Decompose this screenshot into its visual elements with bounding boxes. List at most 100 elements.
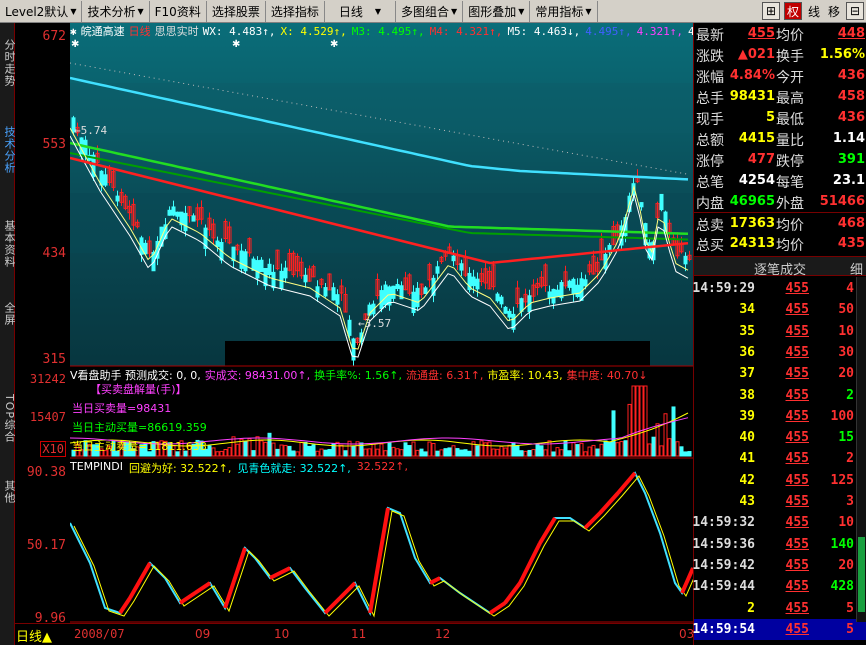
tick-volume: 30 — [838, 344, 854, 360]
osc-tick: 50.17 — [26, 538, 66, 553]
quote-label: 最高 — [776, 91, 804, 107]
toolbar-layout-menu[interactable]: Level2默认 ▼ — [0, 0, 83, 22]
tick-volume: 10 — [838, 515, 854, 531]
toolbar-technical-analysis[interactable]: 技术分析 ▼ — [82, 0, 150, 22]
tick-price: 455 — [785, 451, 809, 467]
tick-price: 455 — [785, 515, 809, 531]
tick-time: 14:59:29 — [692, 281, 755, 296]
toolbar-select-indicator[interactable]: 选择指标 — [266, 0, 325, 22]
tab-intraday[interactable]: 分时走势 — [0, 29, 16, 97]
rights-button[interactable]: 权 — [783, 2, 802, 20]
move-button[interactable]: 移 — [824, 3, 844, 20]
volume-stats: 【买卖盘解量(手)】 当日买卖量=98431 当日主动买量=86619.359 当日主… — [72, 380, 207, 456]
indicator-value: 4.321↑, — [636, 24, 684, 38]
quote-row: 总笔 4254 每笔 23.1 — [694, 170, 866, 191]
indicator-value: WX: 4.483↑, — [202, 24, 276, 38]
tab-fundamentals[interactable]: 基本资料 — [0, 209, 16, 279]
quote-value: 455 — [747, 26, 775, 41]
candle-body — [571, 278, 576, 295]
volume-bar — [679, 446, 684, 457]
tick-row: 38 455 2 — [694, 385, 866, 406]
tab-technical[interactable]: 技术分析 — [0, 115, 16, 185]
volume-bar — [311, 444, 316, 457]
tick-row: 41 455 2 — [694, 448, 866, 469]
ticks-scrollbar[interactable] — [856, 277, 866, 622]
collapse-icon[interactable]: ⊟ — [846, 2, 864, 20]
chart-area[interactable]: ✱ 皖通高速 日线 思思实时 WX: 4.483↑, X: 4.529↑, M3: … — [69, 23, 698, 623]
candle-body — [115, 195, 120, 202]
volume-bar — [299, 441, 304, 457]
quote-value: 436 — [837, 110, 865, 125]
candle-body — [459, 263, 464, 271]
tick-price: 455 — [785, 302, 809, 318]
candle-body — [639, 202, 644, 208]
indicator-name: 思思实时 — [154, 25, 199, 38]
quote-label: 均价 — [776, 28, 804, 44]
volume-bar — [443, 448, 448, 457]
quote-label: 现手 — [696, 112, 724, 128]
volume-bar — [519, 450, 524, 457]
toolbar-common-indicators[interactable]: 常用指标 ▼ — [530, 0, 598, 22]
toolbar-multi-chart[interactable]: 多图组合 ▼ — [396, 0, 464, 22]
tab-fullscreen[interactable]: 全屏 — [0, 299, 16, 329]
quote-value: 23.1 — [832, 173, 865, 188]
volume-bar — [235, 443, 240, 457]
candle-body — [271, 271, 276, 289]
volume-bar — [411, 441, 416, 457]
tick-volume: 100 — [830, 408, 854, 424]
left-axis: 672 553 434 315 31242 15407 X10 90.38 50… — [15, 23, 70, 626]
candle-body — [451, 255, 456, 262]
toolbar-period[interactable]: 日线 ▼ — [325, 0, 397, 22]
star-marker-icon: ✱ — [232, 39, 241, 50]
tick-row: 2 455 5 — [694, 598, 866, 619]
candle-body — [283, 267, 288, 279]
volume-bar — [323, 449, 328, 457]
candle-body — [551, 288, 556, 304]
volume-bar — [683, 451, 688, 457]
quote-label: 均价 — [776, 218, 804, 234]
period-selector[interactable]: 日线▲ — [16, 626, 52, 645]
tick-time: 14:59:32 — [692, 515, 755, 531]
volume-stat: 换手率%: 1.56↑, — [314, 369, 402, 381]
toolbar-f10[interactable]: F10资料 — [150, 0, 207, 22]
line-button[interactable]: 线 — [804, 3, 824, 20]
detail-button[interactable]: 细 — [850, 259, 863, 278]
tab-top[interactable]: TOP综合 — [0, 389, 16, 449]
quote-label: 跌停 — [776, 154, 804, 170]
quote-row: 涨幅 4.84% 今开 436 — [694, 65, 866, 86]
candle-body — [471, 276, 476, 287]
volume-bar — [379, 443, 384, 457]
oscillator-value: 32.522↑, — [356, 460, 408, 473]
quote-value: 4254 — [738, 173, 775, 188]
candle-body — [143, 242, 148, 255]
quote-label: 内盘 — [696, 196, 724, 212]
tick-row: 42 455 125 — [694, 470, 866, 491]
quote-label: 总笔 — [696, 175, 724, 191]
tick-time: 14:59:36 — [692, 536, 755, 552]
tick-row: 14:59:29 455 4 — [692, 278, 866, 299]
expand-icon[interactable]: ⊞ — [761, 2, 780, 20]
candle-body — [323, 287, 328, 297]
toolbar-overlay[interactable]: 图形叠加 ▼ — [463, 0, 531, 22]
toolbar-select-stock[interactable]: 选择股票 — [207, 0, 266, 22]
candle-body — [167, 209, 172, 216]
quote-value: 51466 — [819, 194, 865, 209]
volume-bar — [511, 442, 516, 457]
oscillator-header: TEMPINDI 回避为好: 32.522↑, 见青色就走: 32.522↑, 32.… — [70, 460, 693, 474]
volume-bar — [391, 446, 396, 457]
close-icon[interactable]: ✱ — [70, 25, 77, 38]
price-tick: 672 — [42, 29, 66, 44]
ticks-title: 逐笔成交 — [754, 263, 807, 278]
volume-bar — [571, 442, 576, 457]
candle-body — [575, 284, 580, 298]
high-annotation: ←5.74 — [74, 124, 108, 137]
volume-bar — [423, 451, 428, 457]
volume-bar — [623, 440, 628, 457]
volume-bar — [315, 450, 320, 457]
quote-value: 4.84% — [729, 68, 775, 83]
volume-bar — [671, 406, 676, 457]
volume-bar — [491, 448, 496, 457]
tick-volume: 2 — [846, 387, 854, 403]
tab-other[interactable]: 其他 — [0, 477, 16, 507]
volume-bar — [559, 449, 564, 457]
